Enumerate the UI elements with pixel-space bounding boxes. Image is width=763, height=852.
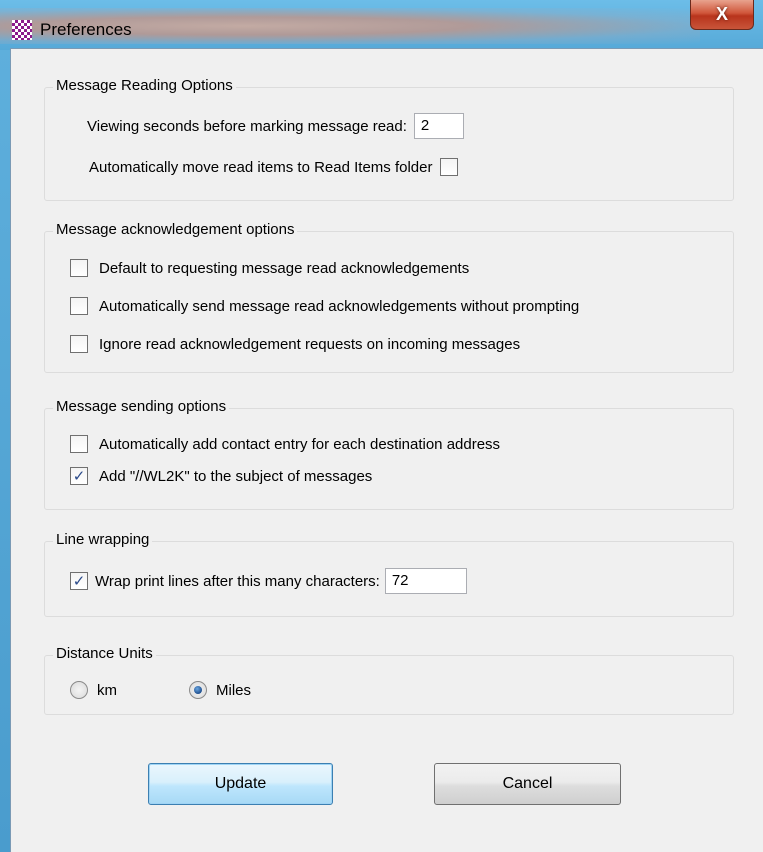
ack-item-default[interactable]: Default to requesting message read ackno… [70,259,469,277]
ack-ignore-checkbox[interactable] [70,335,88,353]
window-title: Preferences [40,20,132,39]
preferences-window: Preferences X Message Reading Options Vi… [0,0,763,852]
ack-item-ignore[interactable]: Ignore read acknowledgement requests on … [70,335,520,353]
reading-options-group: Message Reading Options Viewing seconds … [44,77,734,201]
wrap-checkbox[interactable] [70,572,88,590]
seconds-label: Viewing seconds before marking message r… [87,117,407,135]
app-checker-icon [12,20,32,40]
move-read-row: Automatically move read items to Read It… [89,158,459,176]
move-read-checkbox[interactable] [440,158,459,176]
wrap-label: Wrap print lines after this many charact… [95,572,380,590]
reading-options-title: Message Reading Options [53,77,236,94]
km-radio[interactable] [70,681,88,699]
add-contact-checkbox[interactable] [70,435,88,453]
ack-options-title: Message acknowledgement options [53,221,298,238]
add-wl2k-checkbox[interactable] [70,467,88,485]
move-read-label: Automatically move read items to Read It… [89,158,433,176]
miles-label: Miles [216,681,252,699]
cancel-button[interactable]: Cancel [434,763,621,805]
ack-auto-send-checkbox[interactable] [70,297,88,315]
add-contact-label: Automatically add contact entry for each… [99,435,501,453]
miles-radio[interactable] [189,681,207,699]
ack-ignore-label: Ignore read acknowledgement requests on … [99,335,521,353]
unit-km-option[interactable]: km [70,681,117,699]
sending-options-title: Message sending options [53,398,230,415]
unit-miles-option[interactable]: Miles [189,681,251,699]
line-wrapping-group: Line wrapping Wrap print lines after thi… [44,531,734,617]
seconds-row: Viewing seconds before marking message r… [87,113,464,139]
add-wl2k-label: Add "//WL2K" to the subject of messages [99,467,373,485]
wrap-row: Wrap print lines after this many charact… [70,568,467,594]
ack-auto-send-label: Automatically send message read acknowle… [99,297,580,315]
update-button[interactable]: Update [148,763,333,805]
km-label: km [97,681,117,699]
line-wrapping-title: Line wrapping [53,531,153,548]
ack-options-group: Message acknowledgement options Default … [44,221,734,373]
distance-units-group: Distance Units km Miles [44,645,734,715]
title-bar[interactable]: Preferences X [0,0,763,50]
dialog-body: Message Reading Options Viewing seconds … [10,48,763,852]
seconds-input[interactable]: 2 [413,113,464,139]
close-button[interactable]: X [690,0,754,30]
sending-item-contact[interactable]: Automatically add contact entry for each… [70,435,500,453]
sending-options-group: Message sending options Automatically ad… [44,398,734,510]
wrap-chars-input[interactable]: 72 [384,568,467,594]
distance-units-title: Distance Units [53,645,156,662]
ack-default-label: Default to requesting message read ackno… [99,259,470,277]
ack-default-checkbox[interactable] [70,259,88,277]
ack-item-auto-send[interactable]: Automatically send message read acknowle… [70,297,579,315]
sending-item-wl2k[interactable]: Add "//WL2K" to the subject of messages [70,467,372,485]
